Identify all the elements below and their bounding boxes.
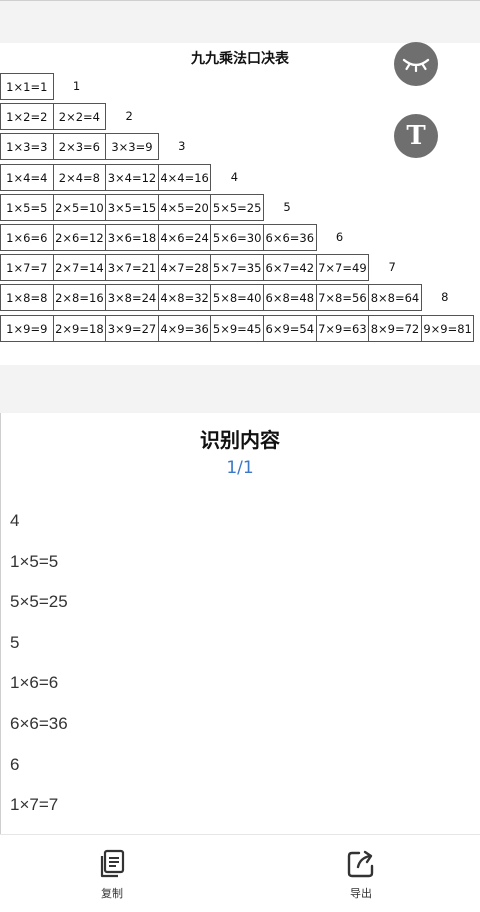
- result-line: 6×6=36: [10, 713, 68, 733]
- table-cell: 1×4=4: [0, 163, 54, 191]
- export-label: 导出: [350, 887, 372, 900]
- result-title: 识别内容: [200, 428, 280, 452]
- export-icon: [347, 850, 374, 878]
- table-cell: 5×6=30: [210, 224, 264, 251]
- table-cell: 5×5=25: [210, 193, 264, 221]
- table-cell: 6×7=42: [263, 254, 317, 282]
- text-mode-button[interactable]: T: [394, 114, 438, 158]
- copy-label: 复制: [101, 887, 123, 900]
- row-number: 7: [388, 260, 396, 275]
- copy-icon: [100, 849, 125, 878]
- table-cell: 1×3=3: [0, 133, 54, 161]
- table-cell: 2×6=12: [52, 224, 107, 251]
- table-cell: 1×8=8: [0, 284, 54, 312]
- row-number: 4: [230, 169, 239, 184]
- table-cell: 7×8=56: [315, 284, 370, 312]
- text-mode-icon: T: [406, 121, 426, 151]
- table-cell: 4×5=20: [157, 193, 212, 221]
- row-number: 2: [125, 109, 133, 124]
- table-cell: 2×5=10: [52, 193, 107, 221]
- bottom-toolbar: 复制 导出: [0, 834, 480, 912]
- recognized-text-list[interactable]: 4 1×5=5 5×5=25 5 1×6=6 6×6=36 6 1×7=7: [10, 505, 470, 830]
- table-cell: 1×2=2: [0, 103, 54, 131]
- table-cell: 3×4=12: [105, 163, 159, 191]
- table-cell: 9×9=81: [420, 314, 475, 342]
- eye-closed-icon: [402, 58, 430, 72]
- table-cell: 8×9=72: [368, 314, 422, 342]
- table-cell: 6×9=54: [263, 314, 317, 342]
- page-indicator: 1/1: [226, 458, 254, 478]
- export-button[interactable]: 导出: [331, 849, 391, 901]
- table-cell: 1×1=1: [0, 73, 54, 100]
- table-cell: 2×2=4: [52, 103, 107, 131]
- table-cell: 2×3=6: [52, 133, 107, 161]
- table-cell: 5×7=35: [210, 254, 264, 282]
- table-cell: 6×8=48: [263, 284, 317, 312]
- table-cell: 1×9=9: [0, 314, 54, 342]
- row-number: 1: [72, 79, 81, 93]
- table-cell: 3×6=18: [105, 224, 159, 251]
- table-cell: 3×3=9: [105, 133, 159, 161]
- table-cell: 1×5=5: [0, 193, 54, 221]
- result-line: 5: [10, 632, 20, 652]
- toggle-preview-button[interactable]: [394, 42, 438, 86]
- table-cell: 8×8=64: [368, 284, 422, 312]
- copy-button[interactable]: 复制: [82, 849, 142, 901]
- table-cell: 3×7=21: [105, 254, 159, 282]
- row-number: 3: [178, 139, 186, 154]
- table-cell: 4×7=28: [157, 254, 212, 282]
- table-cell: 7×7=49: [315, 254, 370, 282]
- table-cell: 6×6=36: [263, 224, 317, 251]
- table-cell: 2×7=14: [52, 254, 107, 282]
- table-cell: 5×8=40: [210, 284, 264, 312]
- table-cell: 2×9=18: [52, 314, 107, 342]
- table-cell: 1×7=7: [0, 254, 54, 282]
- table-cell: 3×8=24: [105, 284, 159, 312]
- row-number: 5: [283, 199, 291, 214]
- result-line: 1×7=7: [10, 795, 59, 815]
- table-cell: 5×9=45: [210, 314, 264, 342]
- table-cell: 2×8=16: [52, 284, 107, 312]
- table-cell: 4×6=24: [157, 224, 212, 251]
- table-cell: 4×8=32: [157, 284, 212, 312]
- row-number: 6: [335, 230, 344, 244]
- table-cell: 3×9=27: [105, 314, 159, 342]
- result-line: 5×5=25: [10, 592, 68, 612]
- result-line: 4: [10, 511, 20, 530]
- row-number: 8: [441, 290, 449, 305]
- result-line: 1×6=6: [10, 673, 59, 693]
- table-cell: 2×4=8: [52, 163, 107, 191]
- result-line: 6: [10, 754, 20, 774]
- image-preview[interactable]: 九九乘法口决表 1×1=1 1 1×2=2 2×2=4 2 1×3=3 2×3=6 3×3=9…: [0, 1, 480, 413]
- result-line: 1×5=5: [10, 551, 59, 571]
- table-cell: 4×9=36: [157, 314, 212, 342]
- table-cell: 1×6=6: [0, 224, 54, 251]
- table-cell: 7×9=63: [315, 314, 370, 342]
- scanned-photo: 九九乘法口决表 1×1=1 1 1×2=2 2×2=4 2 1×3=3 2×3=6 3×3=9…: [0, 43, 480, 365]
- table-cell: 4×4=16: [157, 163, 212, 191]
- table-cell: 3×5=15: [105, 193, 159, 221]
